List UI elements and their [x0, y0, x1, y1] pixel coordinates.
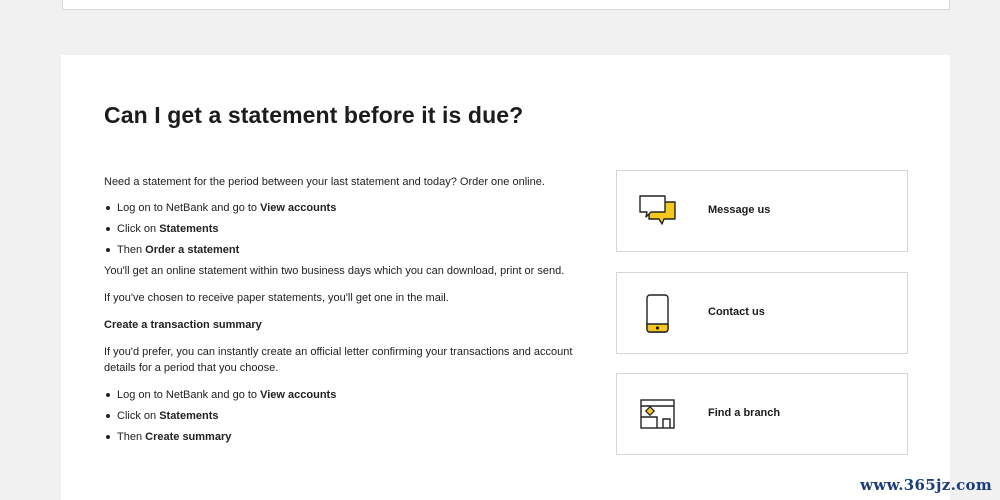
nav-label-create-summary: Create summary [145, 431, 232, 443]
intro-text: Need a statement for the period between … [104, 176, 545, 188]
summary-steps-list: Log on to NetBank and go to View account… [104, 387, 604, 445]
list-item: Log on to NetBank and go to View account… [104, 387, 604, 403]
list-item: Click on Statements [104, 408, 604, 424]
summary-text: If you'd prefer, you can instantly creat… [104, 346, 573, 374]
paper-statement-note: If you've chosen to receive paper statem… [104, 292, 449, 304]
chat-bubbles-icon [637, 191, 679, 233]
contact-us-card[interactable]: Contact us [616, 272, 908, 354]
contact-us-label: Contact us [708, 306, 765, 318]
previous-card-edge [62, 0, 950, 10]
nav-label-view-accounts: View accounts [260, 389, 337, 401]
summary-heading: Create a transaction summary [104, 319, 262, 331]
list-item: Then Order a statement [104, 242, 604, 258]
order-steps-list: Log on to NetBank and go to View account… [104, 200, 604, 258]
nav-label-statements: Statements [159, 223, 219, 235]
find-branch-card[interactable]: Find a branch [616, 373, 908, 455]
faq-answer: Need a statement for the period between … [104, 174, 604, 450]
list-item: Then Create summary [104, 429, 604, 445]
list-item: Log on to NetBank and go to View account… [104, 200, 604, 216]
find-branch-label: Find a branch [708, 407, 781, 419]
message-us-label: Message us [708, 204, 771, 216]
list-item: Click on Statements [104, 221, 604, 237]
nav-label-view-accounts: View accounts [260, 202, 337, 214]
online-statement-note: You'll get an online statement within tw… [104, 265, 565, 277]
nav-label-order-statement: Order a statement [145, 244, 240, 256]
branch-map-icon [637, 394, 679, 436]
watermark: www.365jz.com [860, 476, 992, 494]
faq-card: Can I get a statement before it is due? … [61, 55, 950, 500]
page-title: Can I get a statement before it is due? [104, 102, 524, 128]
message-us-card[interactable]: Message us [616, 170, 908, 252]
nav-label-statements: Statements [159, 410, 219, 422]
mobile-phone-icon [637, 293, 679, 335]
